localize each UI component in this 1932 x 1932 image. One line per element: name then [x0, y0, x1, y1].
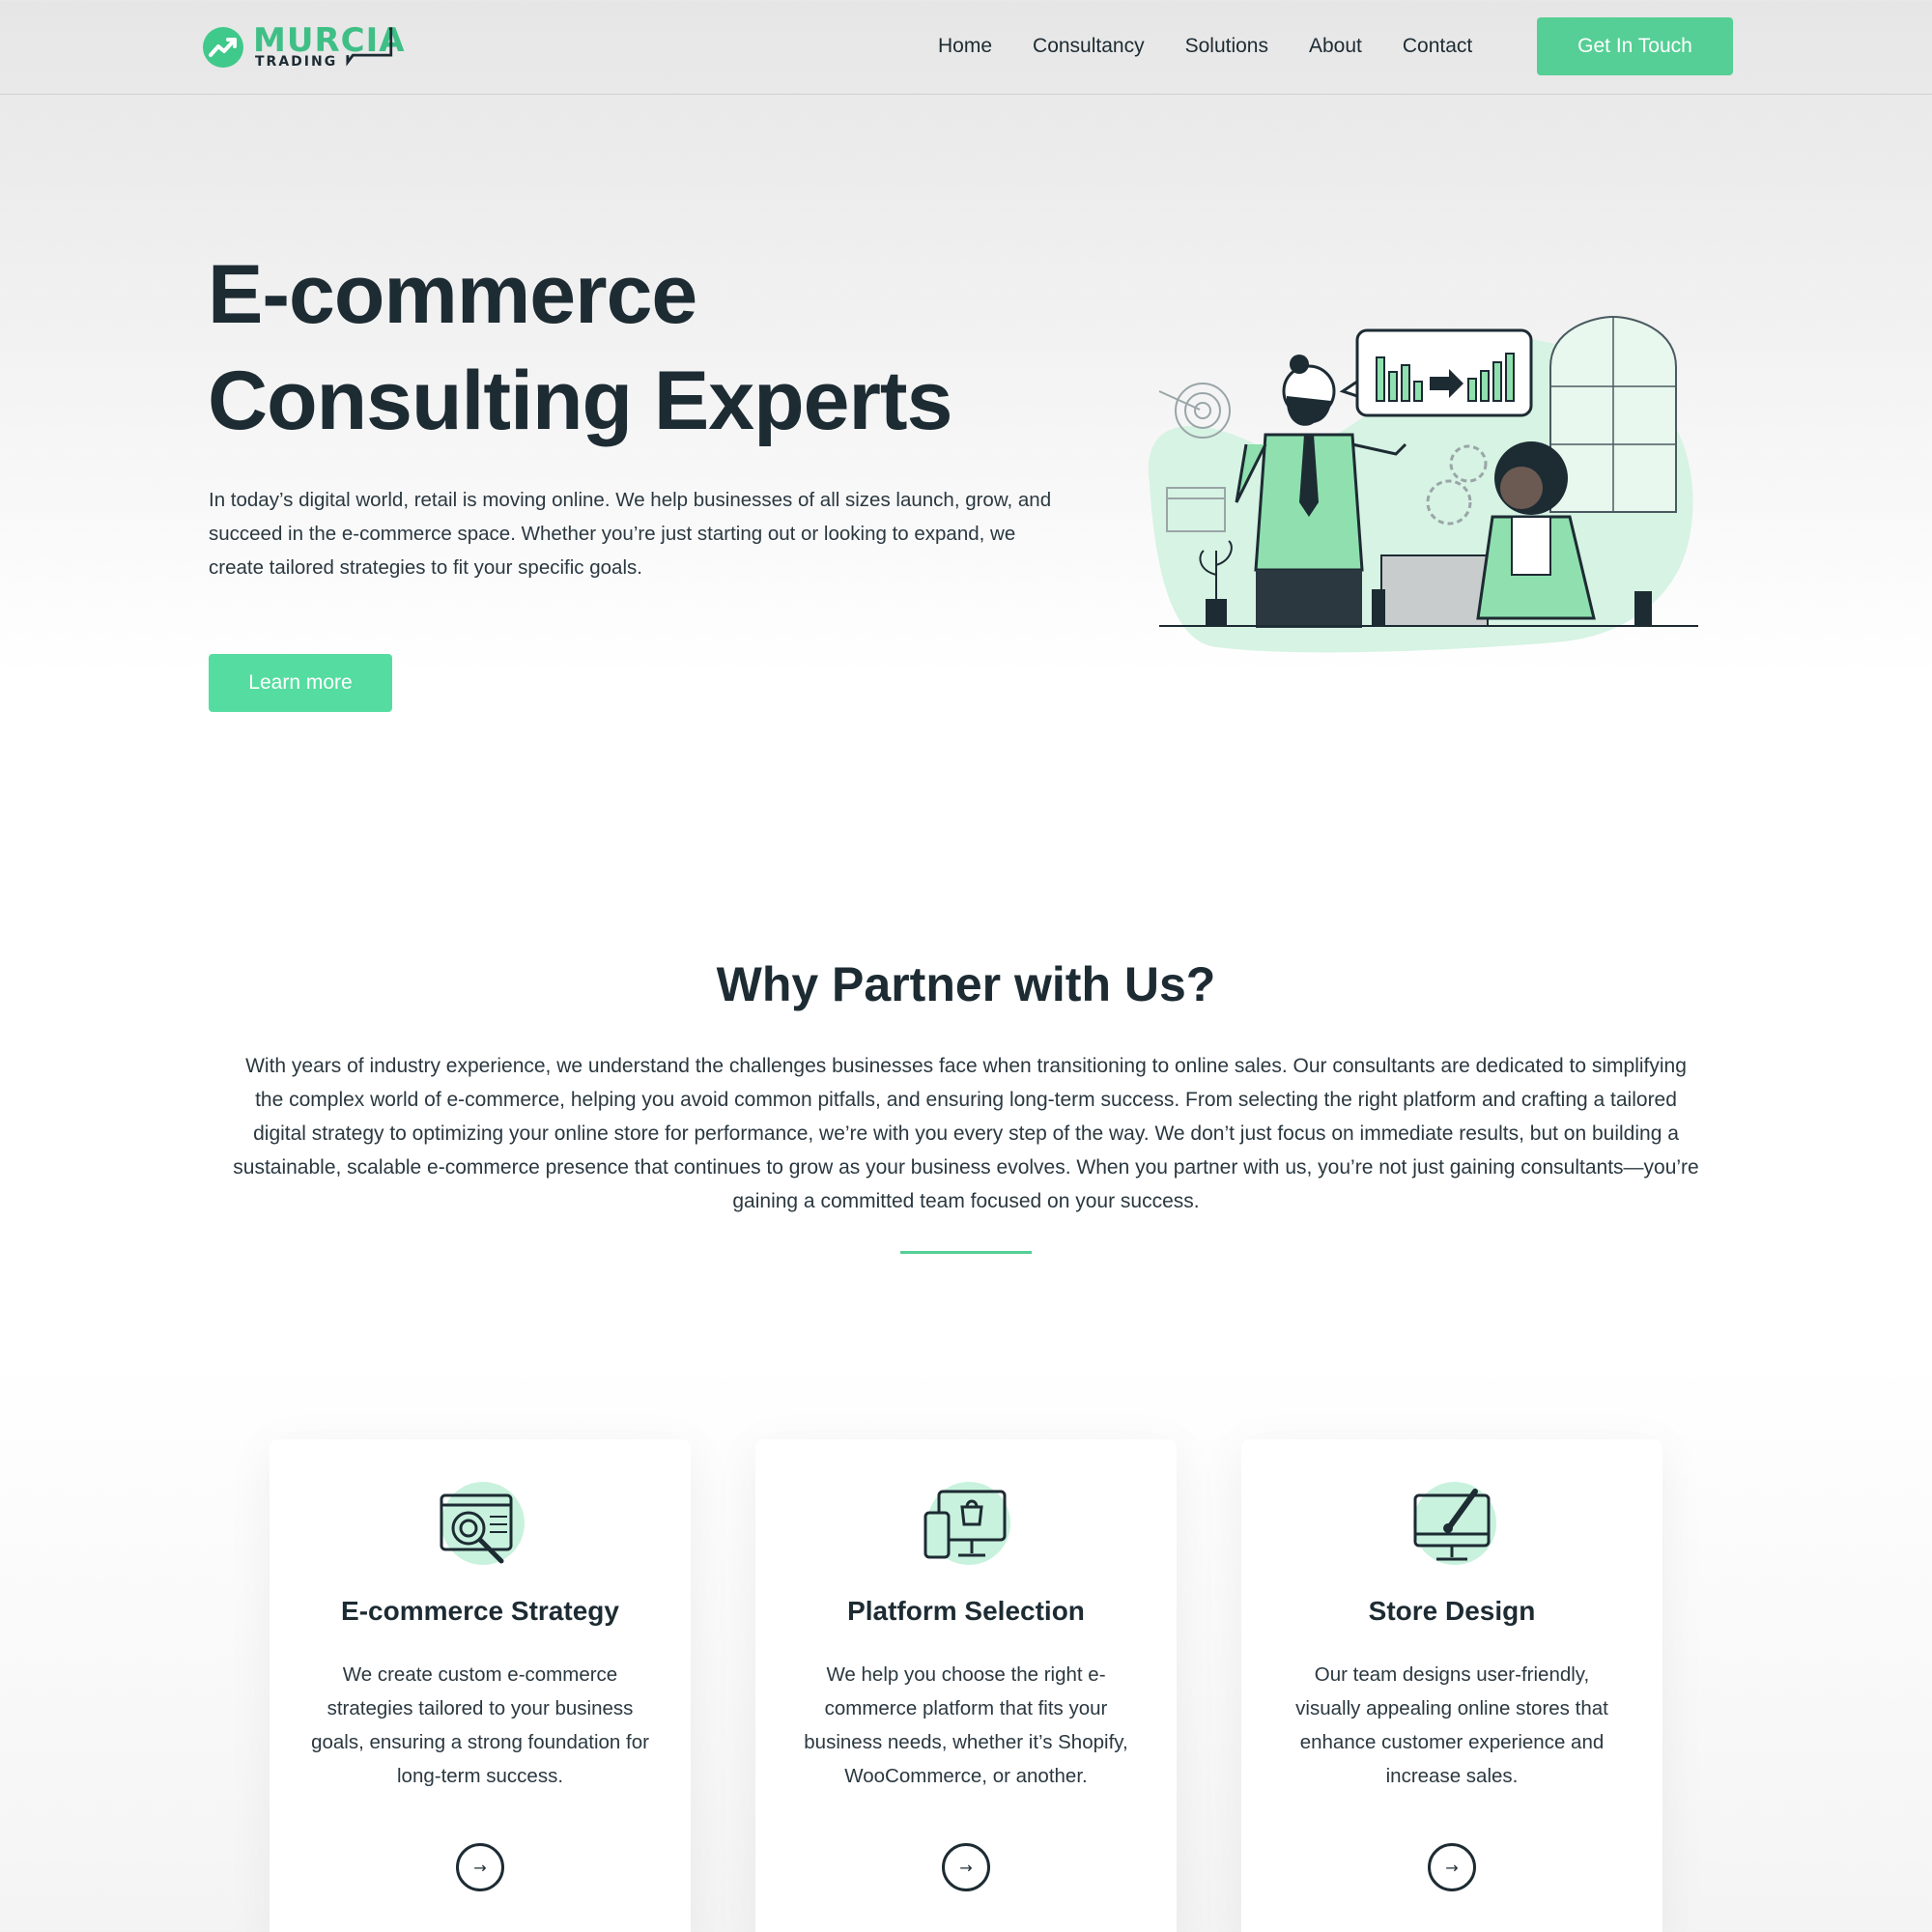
card-arrow-button[interactable]: → — [456, 1843, 504, 1891]
card-text: We create custom e-commerce strategies t… — [311, 1663, 649, 1787]
hero-title: E-commerce Consulting Experts — [208, 242, 1077, 454]
brand-logo[interactable]: MURCIA TRADING — [203, 21, 406, 71]
service-card-design: Store Design Our team designs user-frien… — [1241, 1439, 1662, 1932]
strategy-target-icon — [432, 1478, 528, 1571]
nav-solutions[interactable]: Solutions — [1165, 29, 1289, 68]
consulting-illustration — [1148, 315, 1698, 653]
brand-subtitle: TRADING — [255, 54, 338, 70]
hero-title-line2: Consulting Experts — [208, 355, 952, 447]
nav-home[interactable]: Home — [918, 29, 1012, 68]
hero-title-line1: E-commerce — [208, 248, 697, 341]
card-title: E-commerce Strategy — [341, 1596, 619, 1626]
card-title: Store Design — [1368, 1596, 1536, 1626]
card-arrow-button[interactable]: → — [942, 1843, 990, 1891]
card-text: Our team designs user-friendly, visually… — [1295, 1663, 1608, 1787]
service-card-strategy: E-commerce Strategy We create custom e-c… — [270, 1439, 691, 1932]
section-divider — [900, 1251, 1032, 1254]
why-title: Why Partner with Us? — [716, 957, 1216, 1011]
get-in-touch-button[interactable]: Get In Touch — [1537, 17, 1733, 75]
hero-description: In today’s digital world, retail is movi… — [209, 489, 1052, 579]
monitor-brush-icon — [1404, 1478, 1500, 1571]
card-title: Platform Selection — [847, 1596, 1085, 1626]
trend-arrow-icon — [203, 27, 243, 68]
learn-more-button[interactable]: Learn more — [209, 654, 392, 712]
devices-shopping-icon — [918, 1478, 1014, 1571]
card-arrow-button[interactable]: → — [1428, 1843, 1476, 1891]
card-text: We help you choose the right e-commerce … — [804, 1663, 1128, 1787]
site-header: MURCIA TRADING Home Consultancy Solution… — [0, 0, 1932, 95]
logo-bracket-icon — [346, 27, 393, 67]
main-nav: Home Consultancy Solutions About Contact — [918, 29, 1492, 68]
nav-about[interactable]: About — [1289, 29, 1382, 68]
nav-contact[interactable]: Contact — [1382, 29, 1492, 68]
nav-consultancy[interactable]: Consultancy — [1012, 29, 1165, 68]
service-card-platform: Platform Selection We help you choose th… — [755, 1439, 1177, 1932]
why-description: With years of industry experience, we un… — [233, 1055, 1699, 1212]
